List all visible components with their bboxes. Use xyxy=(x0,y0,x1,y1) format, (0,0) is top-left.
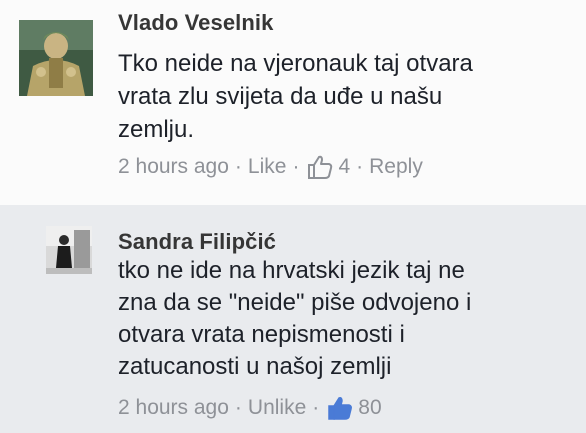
comment-meta: 2 hours ago · Like · 4 · Reply xyxy=(118,154,423,180)
like-count: 80 xyxy=(358,396,382,419)
unlike-button[interactable]: Unlike xyxy=(248,396,306,420)
comment-vlado: Vlado Veselnik Tko neide na vjeronauk ta… xyxy=(0,0,586,205)
comment-author[interactable]: Sandra Filipčić xyxy=(118,229,276,255)
comment-line: zatucanosti u našoj zemlji xyxy=(118,353,392,380)
avatar-image xyxy=(19,20,93,96)
timestamp[interactable]: 2 hours ago xyxy=(118,396,229,420)
comment-body: Tko neide na vjeronauk taj otvara vrata … xyxy=(118,47,573,146)
separator: · xyxy=(234,396,242,419)
comment-meta: 2 hours ago · Unlike · 80 xyxy=(118,395,382,421)
avatar[interactable] xyxy=(46,226,92,274)
comment-author[interactable]: Vlado Veselnik xyxy=(118,10,273,36)
reply-button[interactable]: Reply xyxy=(369,155,423,179)
comment-line: tko ne ide na hrvatski jezik taj ne xyxy=(118,257,465,284)
comment-line: vrata zlu svijeta da uđe u našu xyxy=(118,83,443,110)
timestamp[interactable]: 2 hours ago xyxy=(118,155,229,179)
like-count: 4 xyxy=(338,155,351,178)
comment-body: tko ne ide na hrvatski jezik taj ne zna … xyxy=(118,255,573,383)
separator: · xyxy=(292,155,300,178)
thumbs-up-filled-icon xyxy=(327,395,353,421)
avatar-image xyxy=(46,226,92,274)
comment-line: Tko neide na vjeronauk taj otvara xyxy=(118,50,473,77)
comment-line: otvara vrata nepismenosti i xyxy=(118,321,405,348)
separator: · xyxy=(234,155,242,178)
thumbs-up-outline-icon xyxy=(307,154,333,180)
separator: · xyxy=(356,155,364,178)
separator: · xyxy=(312,396,320,419)
comment-line: zemlju. xyxy=(118,116,195,143)
comment-line: zna da se "neide" piše odvojeno i xyxy=(118,289,472,316)
like-button[interactable]: Like xyxy=(248,155,287,179)
avatar[interactable] xyxy=(19,20,93,96)
